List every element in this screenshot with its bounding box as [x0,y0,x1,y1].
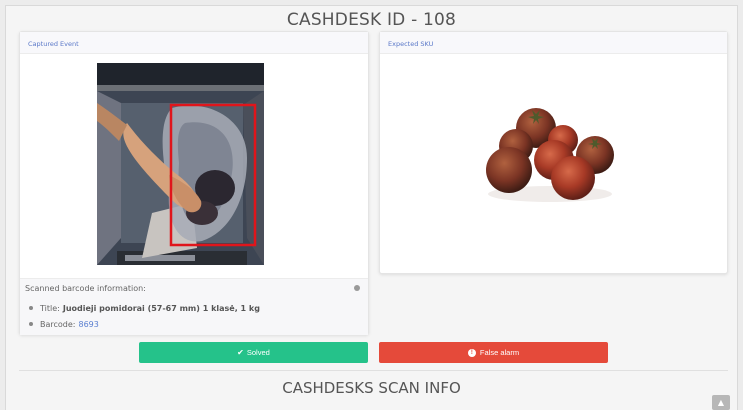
scan-info-title-item: Title: Juodieji pomidorai (57-67 mm) 1 k… [29,300,260,316]
scan-info-panel: Scanned barcode information: Title: Juod… [20,278,368,335]
title-label: Title: [40,303,60,313]
captured-event-card: Captured Event Scanned barcode informati… [19,31,369,335]
false-alarm-label: False alarm [479,348,520,357]
scan-info-heading: Scanned barcode information: [25,284,146,293]
scroll-top-button[interactable]: ▲ [712,395,730,410]
expected-sku-image[interactable] [484,98,620,204]
barcode-link[interactable]: 8693 [79,320,99,329]
solved-label: Solved [246,348,270,357]
info-dot-icon[interactable] [354,285,360,291]
expected-sku-header: Expected SKU [380,32,727,54]
bullet-icon [29,306,33,310]
scan-info-list: Title: Juodieji pomidorai (57-67 mm) 1 k… [29,300,260,332]
exclamation-circle-icon: ! [467,348,476,357]
section-divider [19,370,728,371]
barcode-label: Barcode: [40,319,76,329]
section-title: CASHDESKS SCAN INFO [282,379,461,397]
title-value: Juodieji pomidorai (57-67 mm) 1 klasė, 1… [62,303,260,313]
captured-event-header: Captured Event [20,32,368,54]
bullet-icon [29,322,33,326]
solved-button[interactable]: ✔ Solved [139,342,368,363]
check-icon: ✔ [237,348,244,357]
scan-info-barcode-item: Barcode: 8693 [29,316,260,332]
captured-event-image[interactable] [97,63,264,265]
chevron-up-icon: ▲ [717,398,725,407]
false-alarm-button[interactable]: ! False alarm [379,342,608,363]
page-title: CASHDESK ID - 108 [286,10,457,30]
expected-sku-card: Expected SKU [379,31,728,274]
